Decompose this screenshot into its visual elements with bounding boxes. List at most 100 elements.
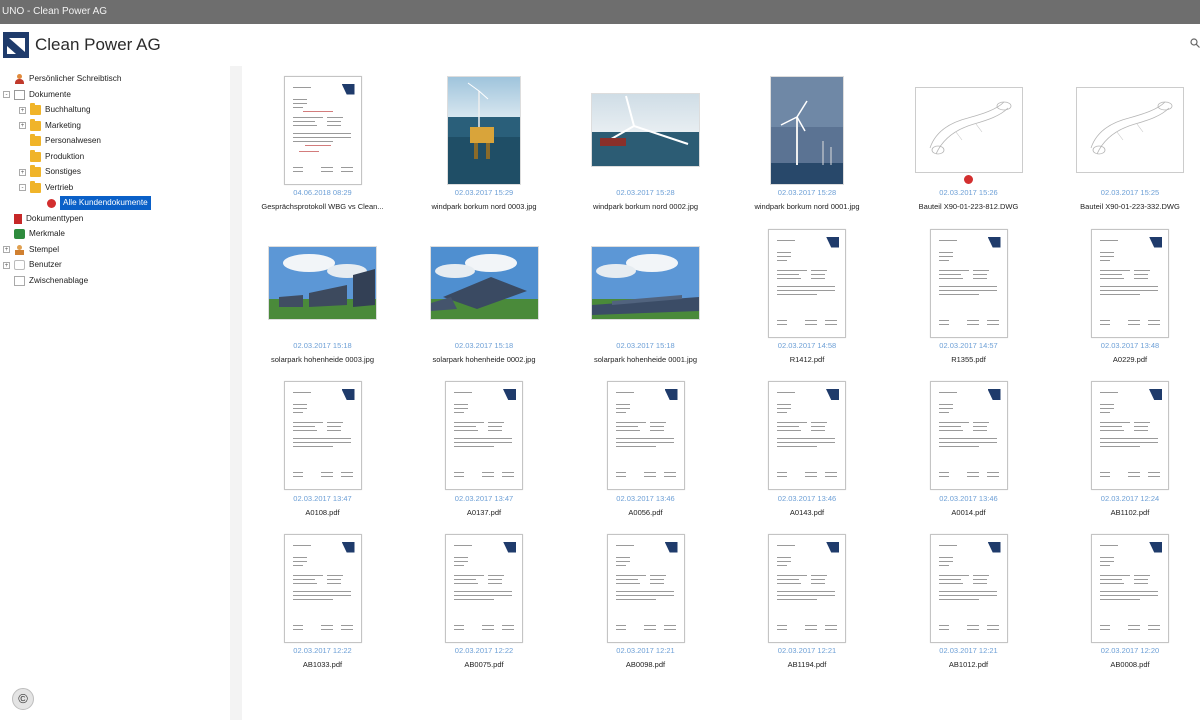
document-thumbnail[interactable] xyxy=(1050,224,1200,342)
sidebar-item-merkmale[interactable]: Merkmale xyxy=(3,227,65,241)
document-name: AB0008.pdf xyxy=(1110,660,1150,669)
document-tile[interactable]: 02.03.2017 15:26 Bauteil X90-01-223-812.D… xyxy=(888,71,1049,221)
sidebar-item-zwischenablage[interactable]: Zwischenablage xyxy=(3,274,88,288)
document-tile[interactable]: 02.03.2017 15:18 solarpark hohenheide 000… xyxy=(242,224,403,374)
sidebar-item-personalwesen[interactable]: Personalwesen xyxy=(19,134,101,148)
document-tile[interactable]: 02.03.2017 12:22 AB0075.pdf xyxy=(404,529,565,679)
document-tile[interactable]: 02.03.2017 13:48 A0229.pdf xyxy=(1050,224,1200,374)
document-thumbnail[interactable] xyxy=(565,377,726,495)
document-tile[interactable]: 02.03.2017 15:18 solarpark hohenheide 000… xyxy=(565,224,726,374)
search-icon[interactable] xyxy=(1190,37,1200,51)
expand-toggle-icon[interactable]: + xyxy=(3,261,10,269)
sidebar-item-label: Buchhaltung xyxy=(45,105,91,114)
sidebar-item-alle-kundendokumente[interactable]: Alle Kundendokumente xyxy=(36,196,151,210)
document-date: 02.03.2017 12:22 xyxy=(454,646,514,655)
alert-icon xyxy=(47,198,56,208)
document-thumbnail[interactable] xyxy=(888,224,1049,342)
document-tile[interactable]: 02.03.2017 13:46 A0056.pdf xyxy=(565,377,726,527)
document-thumbnail[interactable] xyxy=(727,377,888,495)
document-name: windpark borkum nord 0001.jpg xyxy=(754,202,860,211)
tag-icon xyxy=(14,229,25,239)
document-thumbnail[interactable] xyxy=(242,71,403,189)
pdf-preview xyxy=(929,228,1008,338)
sidebar-item-sonstiges[interactable]: + Sonstiges xyxy=(19,165,81,179)
document-thumbnail[interactable] xyxy=(242,377,403,495)
expand-toggle-icon[interactable]: + xyxy=(19,106,26,114)
pane-divider[interactable] xyxy=(230,66,242,720)
document-thumbnail[interactable] xyxy=(1050,71,1200,189)
document-date: 02.03.2017 12:20 xyxy=(1100,646,1160,655)
document-thumbnail[interactable] xyxy=(242,224,403,342)
document-thumbnail[interactable] xyxy=(404,224,565,342)
sidebar-item-persönlicher-schreibtisch[interactable]: Persönlicher Schreibtisch xyxy=(3,72,121,86)
pdf-preview xyxy=(768,381,846,490)
sidebar-item-buchhaltung[interactable]: + Buchhaltung xyxy=(19,103,91,117)
sidebar-item-produktion[interactable]: Produktion xyxy=(19,149,84,164)
expand-toggle-icon[interactable]: + xyxy=(19,122,26,129)
document-thumbnail[interactable] xyxy=(565,224,726,342)
sidebar-item-label: Dokumenttypen xyxy=(26,213,84,223)
document-tile[interactable]: 04.06.2018 08:29 Gesprächsprotokoll WBG v… xyxy=(242,71,403,221)
app-header: Clean Power AG xyxy=(0,24,1200,66)
document-tile[interactable]: 02.03.2017 15:18 solarpark hohenheide 000… xyxy=(404,224,565,374)
document-tile[interactable]: 02.03.2017 13:47 A0137.pdf xyxy=(404,377,565,527)
expand-toggle-icon[interactable]: + xyxy=(19,168,26,176)
document-thumbnail[interactable] xyxy=(727,529,888,647)
document-date: 02.03.2017 13:46 xyxy=(777,493,837,503)
user-icon xyxy=(14,260,25,270)
document-thumbnail[interactable] xyxy=(404,529,565,647)
document-tile[interactable]: 02.03.2017 12:24 AB1102.pdf xyxy=(1050,377,1200,527)
sidebar-item-vertrieb[interactable]: - Vertrieb xyxy=(19,180,73,195)
document-name: solarpark hohenheide 0002.jpg xyxy=(432,355,536,364)
document-tile[interactable]: 02.03.2017 14:57 R1355.pdf xyxy=(888,224,1049,374)
sidebar-item-dokumenttypen[interactable]: Dokumenttypen xyxy=(3,212,83,226)
expand-toggle-icon[interactable]: - xyxy=(19,184,26,191)
solar-park-photo xyxy=(429,246,539,320)
document-tile[interactable]: 02.03.2017 13:46 A0143.pdf xyxy=(727,377,888,527)
solar-park-photo xyxy=(591,246,700,320)
document-tile[interactable]: 02.03.2017 15:28 windpark borkum nord 000… xyxy=(565,71,726,221)
document-thumbnail[interactable] xyxy=(727,224,888,342)
document-thumbnail[interactable] xyxy=(888,377,1049,495)
document-tile[interactable]: 02.03.2017 12:22 AB1033.pdf xyxy=(242,529,403,679)
expand-toggle-icon[interactable]: + xyxy=(3,246,10,253)
document-tile[interactable]: 02.03.2017 15:29 windpark borkum nord 000… xyxy=(404,71,565,221)
expand-toggle-icon[interactable]: - xyxy=(3,91,10,98)
document-thumbnail[interactable] xyxy=(888,529,1049,647)
document-grid: 04.06.2018 08:29 Gesprächsprotokoll WBG v… xyxy=(242,66,1200,720)
sidebar-item-marketing[interactable]: + Marketing xyxy=(19,118,81,133)
document-thumbnail[interactable] xyxy=(404,71,565,189)
document-tile[interactable]: 02.03.2017 12:21 AB1012.pdf xyxy=(888,529,1049,679)
pdf-preview xyxy=(445,533,523,643)
person-icon xyxy=(14,74,25,84)
document-tile[interactable]: 02.03.2017 12:20 AB0008.pdf xyxy=(1050,529,1200,679)
document-tile[interactable]: 02.03.2017 12:21 AB0098.pdf xyxy=(565,529,726,679)
document-tile[interactable]: 02.03.2017 13:47 A0108.pdf xyxy=(242,377,403,527)
document-tile[interactable]: 02.03.2017 15:25 Bauteil X90-01-223-332.D… xyxy=(1050,71,1200,221)
document-tile[interactable]: 02.03.2017 12:21 AB1194.pdf xyxy=(727,529,888,679)
document-date: 04.06.2018 08:29 xyxy=(293,188,352,197)
folder-icon xyxy=(30,180,41,193)
document-date: 02.03.2017 13:47 xyxy=(454,493,514,503)
sidebar-item-label: Marketing xyxy=(45,120,81,130)
document-thumbnail[interactable] xyxy=(888,71,1049,189)
sidebar-item-dokumente[interactable]: - Dokumente xyxy=(3,88,71,102)
document-thumbnail[interactable] xyxy=(404,377,565,495)
document-thumbnail[interactable] xyxy=(565,71,726,189)
pdf-preview xyxy=(283,75,362,185)
pdf-preview xyxy=(1091,533,1169,643)
document-thumbnail[interactable] xyxy=(727,71,888,189)
document-thumbnail[interactable] xyxy=(565,529,726,647)
pdf-preview xyxy=(606,381,685,490)
document-thumbnail[interactable] xyxy=(1050,377,1200,495)
document-thumbnail[interactable] xyxy=(242,529,403,647)
document-thumbnail[interactable] xyxy=(1050,529,1200,647)
document-tile[interactable]: 02.03.2017 15:28 windpark borkum nord 000… xyxy=(727,71,888,221)
wind-turbine-photo xyxy=(591,93,700,167)
document-tile[interactable]: 02.03.2017 14:58 R1412.pdf xyxy=(727,224,888,374)
sidebar-item-label: Merkmale xyxy=(29,229,65,238)
document-tile[interactable]: 02.03.2017 13:46 A0014.pdf xyxy=(888,377,1049,527)
pdf-preview xyxy=(1091,228,1169,338)
sidebar-item-stempel[interactable]: + Stempel xyxy=(3,243,59,257)
sidebar-item-benutzer[interactable]: + Benutzer xyxy=(3,258,62,272)
